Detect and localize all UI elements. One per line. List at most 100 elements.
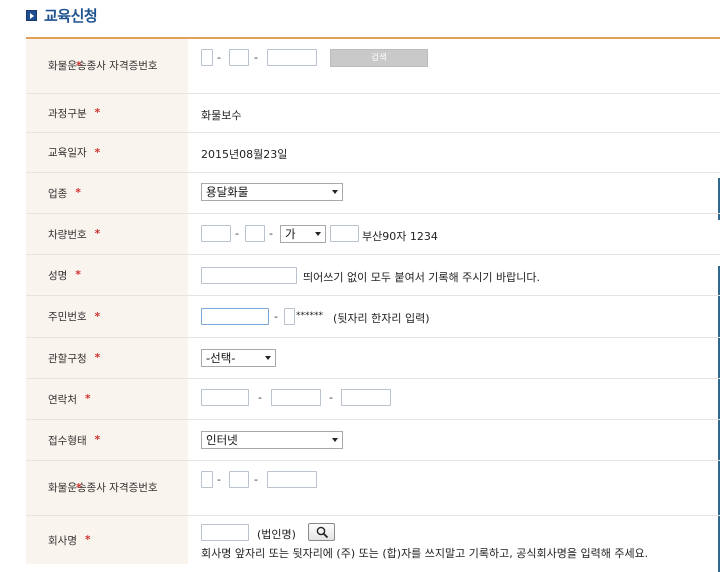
vehicle-letter-selected-text: 가 [285,227,296,241]
label-contact: 연락처 * [26,379,188,419]
company-note: 회사명 앞자리 또는 뒷자리에 (주) 또는 (합)자를 쓰지말고 기록하고, … [201,547,649,560]
chevron-down-icon [332,438,338,442]
rrn-masked-text: ****** [296,311,323,321]
dash: - [217,51,221,64]
label-course-text: 과정구분 [48,107,87,120]
label-date: 교육일자 * [26,133,188,172]
dash: - [254,51,258,64]
industry-select[interactable]: 용달화물 [201,183,343,201]
vehicle-example-text: 부산90자 1234 [362,230,438,243]
vehicle-letter-select[interactable]: 가 [280,225,326,243]
row-date: 교육일자 * 2015년08월23일 [26,133,720,173]
value-license2: - - [201,461,720,515]
office-select[interactable]: -선택- [201,349,276,367]
row-industry: 업종 * 용달화물 [26,173,720,214]
required-mark: * [94,310,101,323]
contact-part2-input[interactable] [271,389,321,406]
row-rrn: 주민번호 * - ****** (뒷자리 한자리 입력) [26,296,720,338]
license-part2-input[interactable] [229,49,249,66]
label-license2: 화물운송종사 자격증번호* [26,461,188,515]
row-contact: 연락처 * - - [26,379,720,420]
label-course: 과정구분 * [26,94,188,132]
row-name: 성명 * 띄어쓰기 없이 모두 붙여서 기록해 주시기 바랍니다. [26,255,720,296]
label-contact-text: 연락처 [48,393,77,406]
row-course: 과정구분 * 화물보수 [26,94,720,133]
license-part1-input[interactable] [201,49,213,66]
label-receipt: 접수형태 * [26,420,188,460]
chevron-down-icon [332,190,338,194]
required-mark: * [75,269,81,281]
label-name: 성명 * [26,255,188,295]
required-mark: * [94,434,101,446]
name-hint: 띄어쓰기 없이 모두 붙여서 기록해 주시기 바랍니다. [303,271,540,284]
label-company-text: 회사명 [48,534,77,547]
chevron-down-icon [265,356,271,360]
vehicle-class-input[interactable] [245,225,265,242]
label-name-text: 성명 [48,269,68,282]
required-mark: * [94,146,101,159]
row-office: 관할구청 * -선택- [26,338,720,379]
company-input[interactable] [201,524,249,541]
required-mark: * [76,481,82,494]
row-license2: 화물운송종사 자격증번호* - - [26,461,720,516]
label-office: 관할구청 * [26,338,188,378]
value-company: (법인명) 회사명 앞자리 또는 뒷자리에 (주) 또는 (합)자를 쓰지말고 … [201,516,720,564]
vehicle-number-input[interactable] [330,225,359,242]
label-date-text: 교육일자 [48,147,87,159]
dash: - [254,473,258,486]
row-license: 화물운송종사 자격증번호* - - 검색 [26,39,720,94]
rrn-hint: (뒷자리 한자리 입력) [333,312,430,325]
course-value: 화물보수 [201,109,242,122]
license2-part2-input[interactable] [229,471,249,488]
license-part3-input[interactable] [267,49,317,66]
arrow-right-icon [26,9,37,21]
value-course: 화물보수 [201,94,720,132]
label-receipt-text: 접수형태 [48,434,87,447]
label-industry-text: 업종 [48,187,68,200]
label-company: 회사명 * [26,516,188,564]
value-office: -선택- [201,338,720,378]
license2-part1-input[interactable] [201,471,213,488]
contact-part3-input[interactable] [341,389,391,406]
dash: - [235,227,239,240]
dash: - [269,227,273,240]
required-mark: * [94,228,101,240]
required-mark: * [94,352,101,364]
rrn-front-input[interactable] [201,308,269,325]
label-rrn-text: 주민번호 [48,311,87,323]
office-selected-text: -선택- [206,351,236,365]
row-company: 회사명 * (법인명) 회사명 앞자리 또는 뒷자리에 (주) 또는 (합)자를 … [26,516,720,564]
page-header: 교육신청 [26,4,98,26]
value-industry: 용달화물 [201,173,720,213]
contact-part1-input[interactable] [201,389,249,406]
magnifier-icon [316,526,329,539]
label-industry: 업종 * [26,173,188,213]
value-date: 2015년08월23일 [201,133,720,172]
education-form: 화물운송종사 자격증번호* - - 검색 과정구분 * 화물보수 교육일자 * 20… [26,37,720,564]
dash: - [258,391,262,404]
required-mark: * [94,107,101,119]
row-receipt: 접수형태 * 인터넷 [26,420,720,461]
name-input[interactable] [201,267,297,284]
receipt-select[interactable]: 인터넷 [201,431,343,449]
company-search-button[interactable] [308,523,335,541]
value-contact: - - [201,379,720,419]
label-license-text: 화물운송종사 자격증번호 [48,59,158,72]
required-mark: * [84,393,91,405]
row-vehicle: 차량번호 * - - 가 부산90자 1234 [26,214,720,255]
dash: - [329,391,333,404]
label-vehicle: 차량번호 * [26,214,188,254]
vehicle-region-input[interactable] [201,225,231,242]
rrn-back-digit-input[interactable] [284,308,295,325]
chevron-down-icon [315,232,321,236]
license2-part3-input[interactable] [267,471,317,488]
value-rrn: - ****** (뒷자리 한자리 입력) [201,296,720,337]
value-receipt: 인터넷 [201,420,720,460]
label-rrn: 주민번호 * [26,296,188,337]
value-vehicle: - - 가 부산90자 1234 [201,214,720,254]
dash: - [217,473,221,486]
required-mark: * [75,187,81,199]
search-button[interactable]: 검색 [330,49,428,67]
required-mark: * [84,534,91,546]
label-office-text: 관할구청 [48,352,87,365]
